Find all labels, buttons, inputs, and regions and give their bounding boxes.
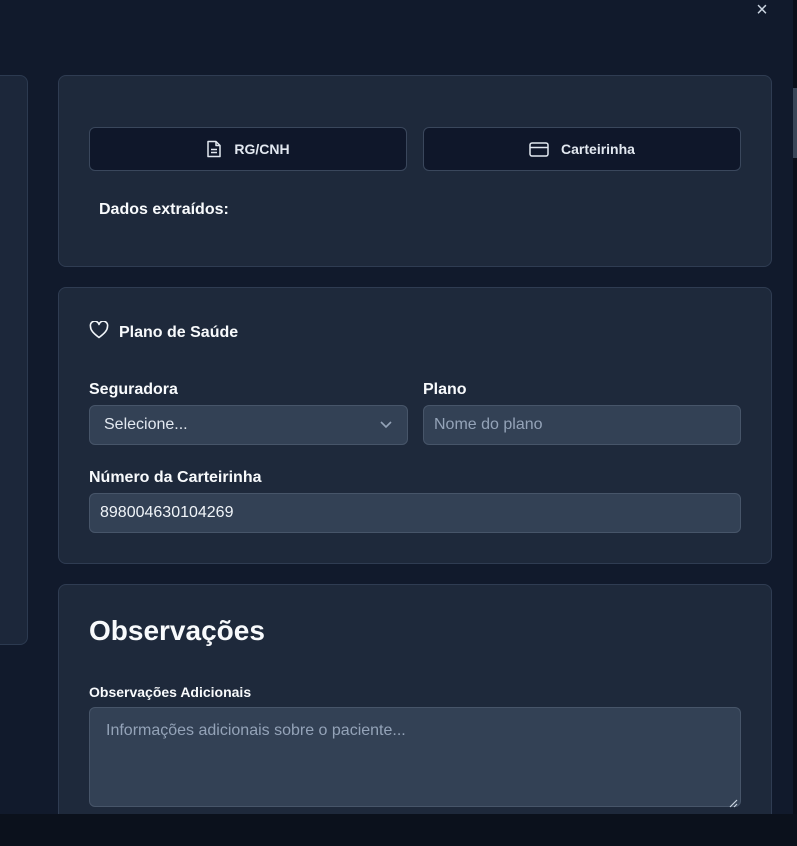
- chevron-down-icon: [379, 416, 393, 434]
- left-panel: [0, 75, 28, 645]
- rg-cnh-button[interactable]: RG/CNH: [89, 127, 407, 171]
- close-icon: ×: [756, 0, 768, 21]
- card-number-input[interactable]: 898004630104269: [89, 493, 741, 533]
- resize-handle-icon[interactable]: [729, 795, 738, 808]
- insurer-label: Seguradora: [89, 381, 178, 398]
- close-button[interactable]: ×: [750, 0, 774, 22]
- extracted-data-label: Dados extraídos:: [99, 201, 229, 218]
- insurer-select[interactable]: Selecione...: [89, 405, 408, 445]
- heart-icon: [89, 320, 109, 344]
- file-text-icon: [206, 140, 222, 158]
- textarea-placeholder: Informações adicionais sobre o paciente.…: [106, 722, 406, 739]
- carteirinha-label: Carteirinha: [561, 141, 635, 157]
- rg-cnh-label: RG/CNH: [234, 141, 290, 157]
- observations-title: Observações: [89, 615, 265, 646]
- credit-card-icon: [529, 141, 549, 157]
- additional-observations-label: Observações Adicionais: [89, 684, 252, 700]
- patient-modal: × RG/CNH Carteirinha Dados extraídos: Pl…: [0, 0, 793, 846]
- health-plan-card: Plano de Saúde Seguradora Selecione... P…: [58, 287, 772, 564]
- right-scroll-edge: [793, 0, 797, 846]
- plan-label: Plano: [423, 381, 467, 398]
- additional-observations-textarea[interactable]: Informações adicionais sobre o paciente.…: [89, 707, 741, 808]
- carteirinha-button[interactable]: Carteirinha: [423, 127, 741, 171]
- plan-input[interactable]: Nome do plano: [423, 405, 741, 445]
- health-plan-title: Plano de Saúde: [89, 320, 239, 344]
- documents-card: RG/CNH Carteirinha Dados extraídos:: [58, 75, 772, 267]
- health-plan-title-text: Plano de Saúde: [119, 323, 239, 341]
- insurer-selected-value: Selecione...: [104, 416, 188, 433]
- observations-card: Observações Observações Adicionais Infor…: [58, 584, 772, 838]
- background-bottom-strip: [0, 814, 797, 846]
- background-slice: [793, 88, 797, 158]
- card-number-label: Número da Carteirinha: [89, 469, 262, 486]
